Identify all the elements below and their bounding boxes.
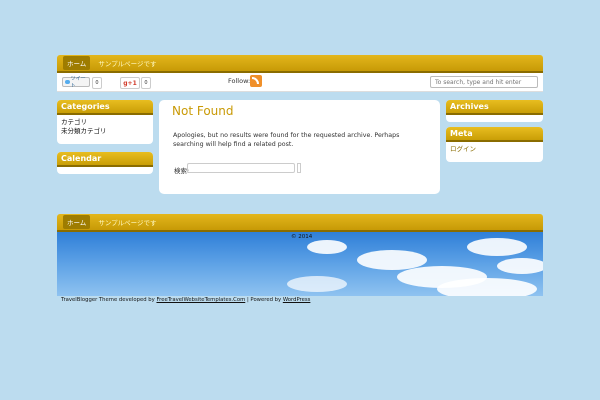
footer-nav-item-home[interactable]: ホーム [63,215,91,229]
categories-title: Categories [57,100,153,115]
categories-list: カテゴリ 未分類カテゴリ [57,115,153,139]
main-search-input[interactable] [187,163,295,173]
footer-nav-item-sample-page[interactable]: サンプルページです [94,215,160,229]
twitter-icon [65,80,70,84]
calendar-title: Calendar [57,152,153,167]
category-item[interactable]: カテゴリ [61,118,149,127]
cloud-decoration [437,278,537,296]
cloud-decoration [467,238,527,256]
footer-nav-bar: ホーム サンプルページです [57,214,543,232]
search-input[interactable] [430,76,538,88]
footer-sky-banner: © 2014 [57,232,543,296]
main-content: Not Found Apologies, but no results were… [159,100,440,194]
meta-widget: Meta ログイン [446,127,543,162]
nav-item-sample-page[interactable]: サンプルページです [94,56,160,70]
credit-link-wordpress[interactable]: WordPress [283,297,311,303]
footer-credit: TravelBlogger Theme developed by FreeTra… [61,297,310,303]
cloud-decoration [497,258,543,274]
credit-prefix: TravelBlogger Theme developed by [61,297,157,303]
copyright-text: © 2014 [291,234,313,240]
credit-mid: | Powered by [245,297,283,303]
category-item[interactable]: 未分類カテゴリ [61,127,149,136]
cloud-decoration [287,276,347,292]
meta-item-login[interactable]: ログイン [450,145,539,154]
top-nav-bar: ホーム サンプルページです [57,55,543,73]
tweet-button[interactable]: ツイート [62,76,90,89]
share-bar: ツイート 0 g+1 0 Follow: [57,73,543,92]
credit-link-templates[interactable]: FreeTravelWebsiteTemplates.Com [156,297,245,303]
nav-item-home[interactable]: ホーム [63,56,91,70]
tweet-label: ツイート [70,76,86,89]
google-plus-button[interactable]: g+1 [120,77,140,89]
main-search-button[interactable] [297,163,301,173]
meta-title: Meta [446,127,543,142]
not-found-message: Apologies, but no results were found for… [173,132,400,148]
categories-widget: Categories カテゴリ 未分類カテゴリ [57,100,153,144]
tweet-count: 0 [92,77,102,89]
archives-widget: Archives [446,100,543,122]
meta-list: ログイン [446,142,543,157]
cloud-decoration [307,240,347,254]
google-plus-count: 0 [141,77,151,89]
rss-icon[interactable] [250,75,262,87]
calendar-widget: Calendar [57,152,153,174]
page-title: Not Found [172,104,234,118]
follow-label: Follow: [228,77,251,85]
archives-title: Archives [446,100,543,115]
